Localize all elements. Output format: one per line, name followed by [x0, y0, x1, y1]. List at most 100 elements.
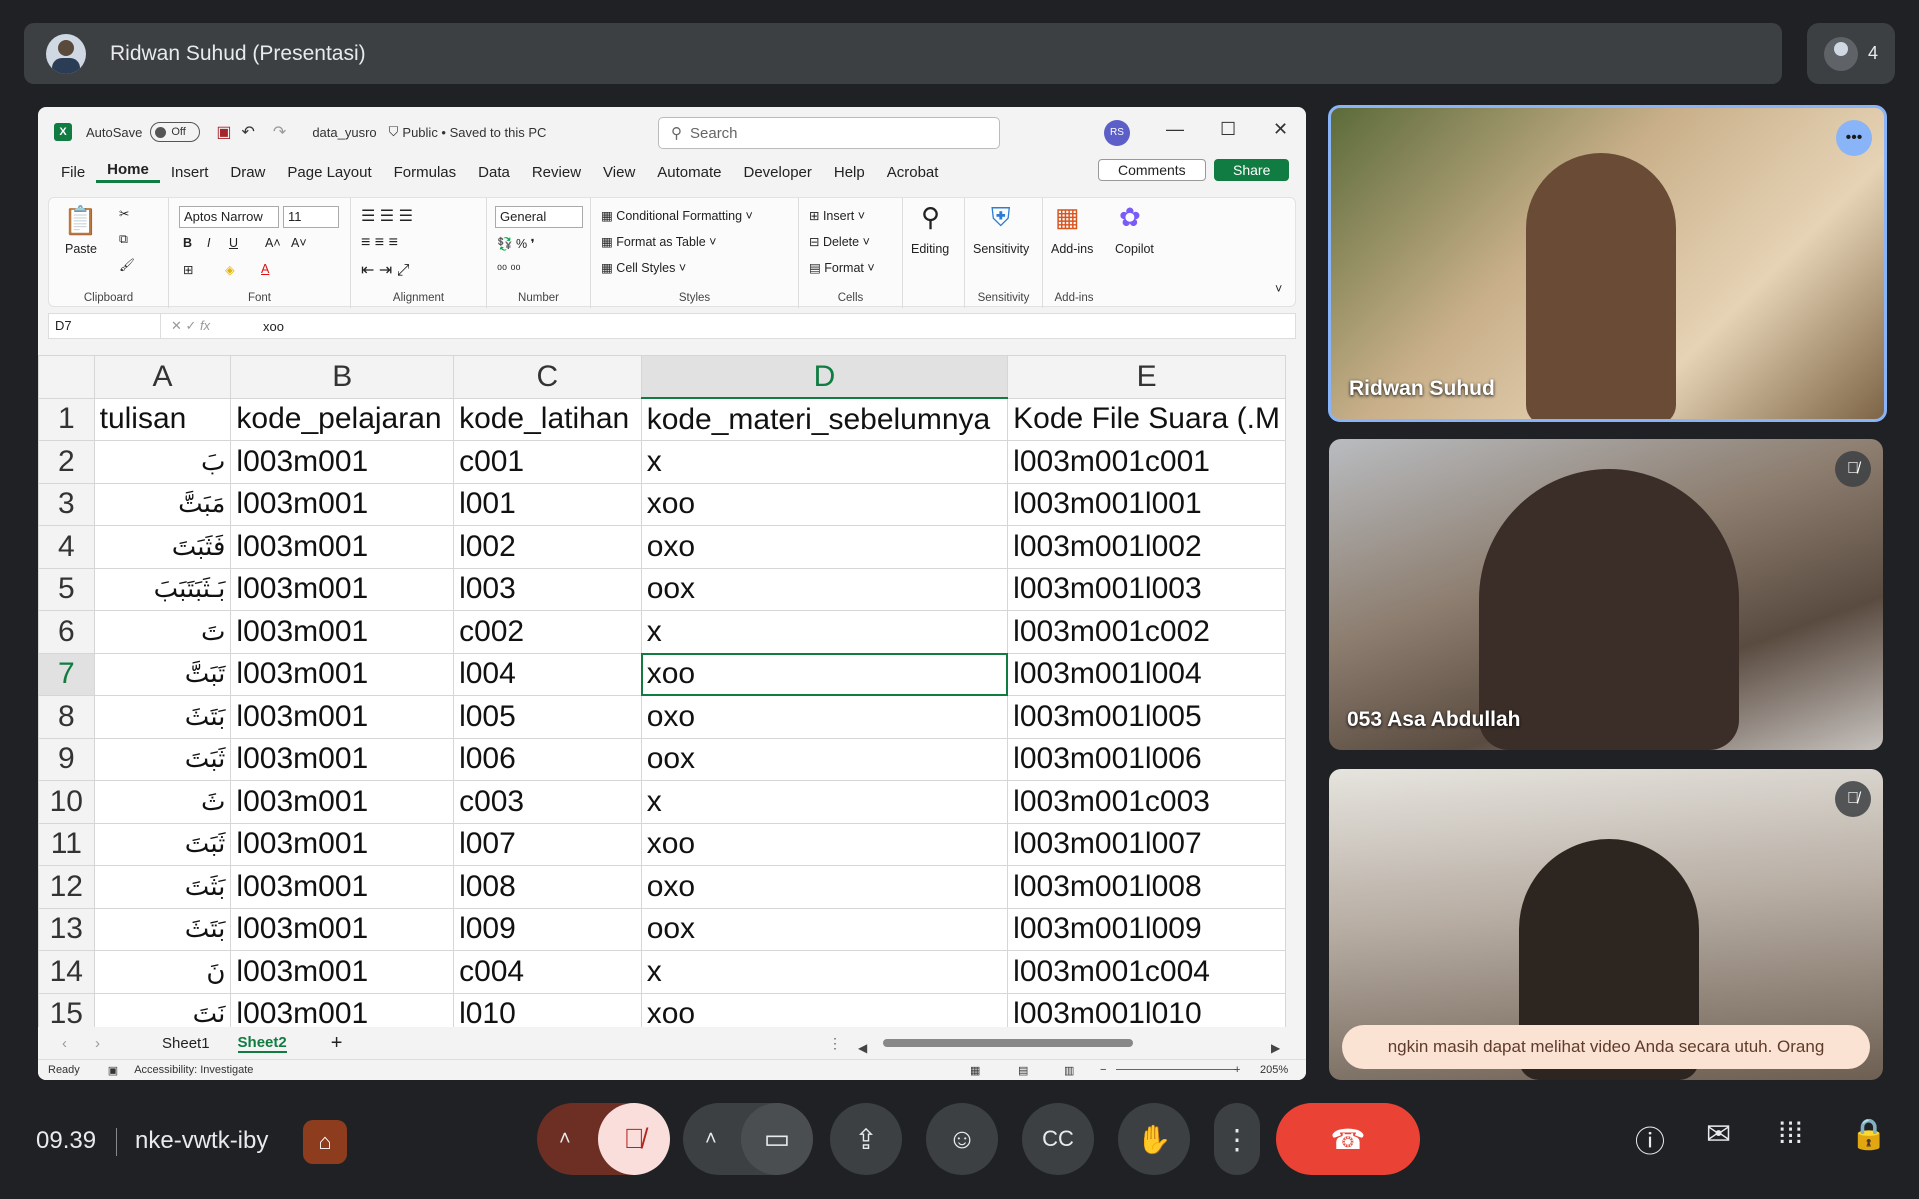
menu-insert[interactable]: Insert	[160, 164, 220, 181]
row-header[interactable]: 11	[38, 822, 95, 866]
row-header[interactable]: 15	[38, 992, 95, 1027]
table-row[interactable]: 14 نَ l003m001 c004 x l003m001c004	[38, 950, 1286, 994]
menu-review[interactable]: Review	[521, 164, 592, 181]
row-header[interactable]: 9	[38, 737, 95, 781]
zoom-out-icon[interactable]: −	[1100, 1064, 1106, 1076]
table-row[interactable]: 15 نَتَ l003m001 l010 xoo l003m001l010	[38, 992, 1286, 1027]
column-header[interactable]: E	[1007, 355, 1286, 399]
cell-e[interactable]: l003m001c004	[1007, 950, 1286, 994]
menu-draw[interactable]: Draw	[219, 164, 276, 181]
row-header[interactable]: 13	[38, 907, 95, 951]
cell-b[interactable]: l003m001	[230, 525, 455, 569]
menu-automate[interactable]: Automate	[646, 164, 732, 181]
row-header[interactable]: 8	[38, 695, 95, 739]
cell-c[interactable]: l002	[453, 525, 642, 569]
page-layout-view-icon[interactable]: ▤	[1018, 1064, 1028, 1077]
cell-c[interactable]: c001	[453, 440, 642, 484]
cell-c[interactable]: kode_latihan	[453, 397, 642, 441]
cell-a[interactable]: تَبَتَّ	[93, 652, 232, 696]
cell-d[interactable]: xoo	[640, 652, 1009, 696]
meeting-info-icon[interactable]: ⓘ	[1635, 1117, 1665, 1161]
table-row[interactable]: 11 ثَبَتَ l003m001 l007 xoo l003m001l007	[38, 822, 1286, 866]
cell-a[interactable]: تَ	[93, 610, 232, 654]
page-break-view-icon[interactable]: ▥	[1064, 1064, 1074, 1077]
zoom-slider[interactable]	[1116, 1069, 1236, 1070]
cell-e[interactable]: Kode File Suara (.M	[1007, 397, 1286, 441]
cell-b[interactable]: l003m001	[230, 865, 455, 909]
row-header[interactable]: 14	[38, 950, 95, 994]
copy-icon[interactable]: ⧉	[119, 232, 128, 247]
presenter-bar[interactable]: Ridwan Suhud (Presentasi)	[24, 23, 1782, 84]
minimize-icon[interactable]: —	[1166, 119, 1184, 140]
cell-c[interactable]: c003	[453, 780, 642, 824]
sensitivity-button[interactable]: Sensitivity	[973, 242, 1029, 256]
share-button[interactable]: Share	[1214, 159, 1290, 181]
cell-d[interactable]: x	[640, 780, 1009, 824]
video-options-chevron-icon[interactable]: ˄	[705, 1128, 717, 1151]
table-row[interactable]: 10 ثَ l003m001 c003 x l003m001c003	[38, 780, 1286, 824]
row-header[interactable]: 7	[38, 652, 95, 696]
present-button[interactable]: ⇪	[830, 1103, 902, 1175]
bold-icon[interactable]: B	[183, 236, 192, 250]
mic-toggle-button[interactable]: 🎙̸	[598, 1103, 670, 1175]
editing-search-icon[interactable]: ⚲	[921, 202, 940, 233]
table-row[interactable]: 13 بَتَثَ l003m001 l009 oox l003m001l009	[38, 907, 1286, 951]
cell-b[interactable]: l003m001	[230, 695, 455, 739]
column-header[interactable]: C	[453, 355, 642, 399]
cut-icon[interactable]: ✂	[119, 206, 129, 221]
grow-font-icon[interactable]: A˄	[265, 236, 281, 250]
cell-a[interactable]: بَـثَبَتَبَبَ	[93, 567, 232, 611]
sheet-tab-active[interactable]: Sheet2	[237, 1034, 287, 1053]
formula-input[interactable]: xoo	[257, 319, 284, 334]
cell-d[interactable]: xoo	[640, 992, 1009, 1027]
companion-icon[interactable]: ⌂	[303, 1120, 347, 1164]
cell-b[interactable]: kode_pelajaran	[230, 397, 455, 441]
cell-e[interactable]: l003m001l010	[1007, 992, 1286, 1027]
cell-c[interactable]: l010	[453, 992, 642, 1027]
format-cells-button[interactable]: ▤ Format ˅	[809, 260, 875, 275]
accessibility-status[interactable]: Accessibility: Investigate	[134, 1064, 253, 1076]
horizontal-scrollbar[interactable]	[883, 1039, 1133, 1047]
paste-label[interactable]: Paste	[65, 242, 97, 256]
file-status[interactable]: Public • Saved to this PC	[402, 125, 546, 140]
cell-b[interactable]: l003m001	[230, 992, 455, 1027]
cell-d[interactable]: oxo	[640, 525, 1009, 569]
save-icon[interactable]: ▣	[216, 122, 231, 142]
cell-b[interactable]: l003m001	[230, 610, 455, 654]
more-options-button[interactable]: ⋮	[1214, 1103, 1260, 1175]
close-icon[interactable]: ✕	[1273, 119, 1288, 140]
menu-view[interactable]: View	[592, 164, 646, 181]
cell-a[interactable]: بَتَثَ	[93, 695, 232, 739]
sensitivity-icon[interactable]: ⛨	[991, 202, 1011, 234]
reactions-button[interactable]: ☺	[926, 1103, 998, 1175]
menu-page-layout[interactable]: Page Layout	[276, 164, 382, 181]
row-header[interactable]: 3	[38, 482, 95, 526]
captions-button[interactable]: CC	[1022, 1103, 1094, 1175]
chat-icon[interactable]: ✉	[1706, 1117, 1731, 1152]
cell-c[interactable]: l008	[453, 865, 642, 909]
cell-b[interactable]: l003m001	[230, 482, 455, 526]
number-format-select[interactable]: General	[495, 206, 583, 228]
spreadsheet-grid[interactable]: A B C D E 1 tulisan kode_pelajaran kode_lat…	[38, 355, 1286, 1027]
video-tile-ridwan[interactable]: ••• Ridwan Suhud	[1328, 105, 1887, 422]
prev-sheet-icon[interactable]: ‹	[62, 1035, 67, 1052]
next-sheet-icon[interactable]: ›	[95, 1035, 100, 1052]
format-as-table-button[interactable]: ▦ Format as Table ˅	[601, 234, 716, 249]
row-header[interactable]: 12	[38, 865, 95, 909]
cell-table[interactable]: A B C D E 1 tulisan kode_pelajaran kode_lat…	[38, 355, 1286, 1027]
table-row[interactable]: 7 تَبَتَّ l003m001 l004 xoo l003m001l004	[38, 652, 1286, 696]
currency-icon[interactable]: 💱 % ❜	[497, 236, 535, 252]
borders-icon[interactable]: ⊞	[183, 262, 193, 277]
delete-cells-button[interactable]: ⊟ Delete ˅	[809, 234, 870, 249]
scroll-left-icon[interactable]: ◀	[858, 1041, 878, 1055]
indent-icon[interactable]: ⇤ ⇥ ⤢	[361, 260, 410, 280]
table-row[interactable]: 5 بَـثَبَتَبَبَ l003m001 l003 oox l003m001l00…	[38, 567, 1286, 611]
cell-a[interactable]: بَثَتَ	[93, 865, 232, 909]
cell-e[interactable]: l003m001l007	[1007, 822, 1286, 866]
cell-d[interactable]: kode_materi_sebelumnya	[640, 397, 1009, 441]
menu-help[interactable]: Help	[823, 164, 876, 181]
zoom-in-icon[interactable]: +	[1234, 1064, 1240, 1076]
paste-icon[interactable]: 📋	[63, 204, 98, 237]
cell-styles-button[interactable]: ▦ Cell Styles ˅	[601, 260, 686, 275]
add-sheet-icon[interactable]: +	[331, 1032, 343, 1055]
